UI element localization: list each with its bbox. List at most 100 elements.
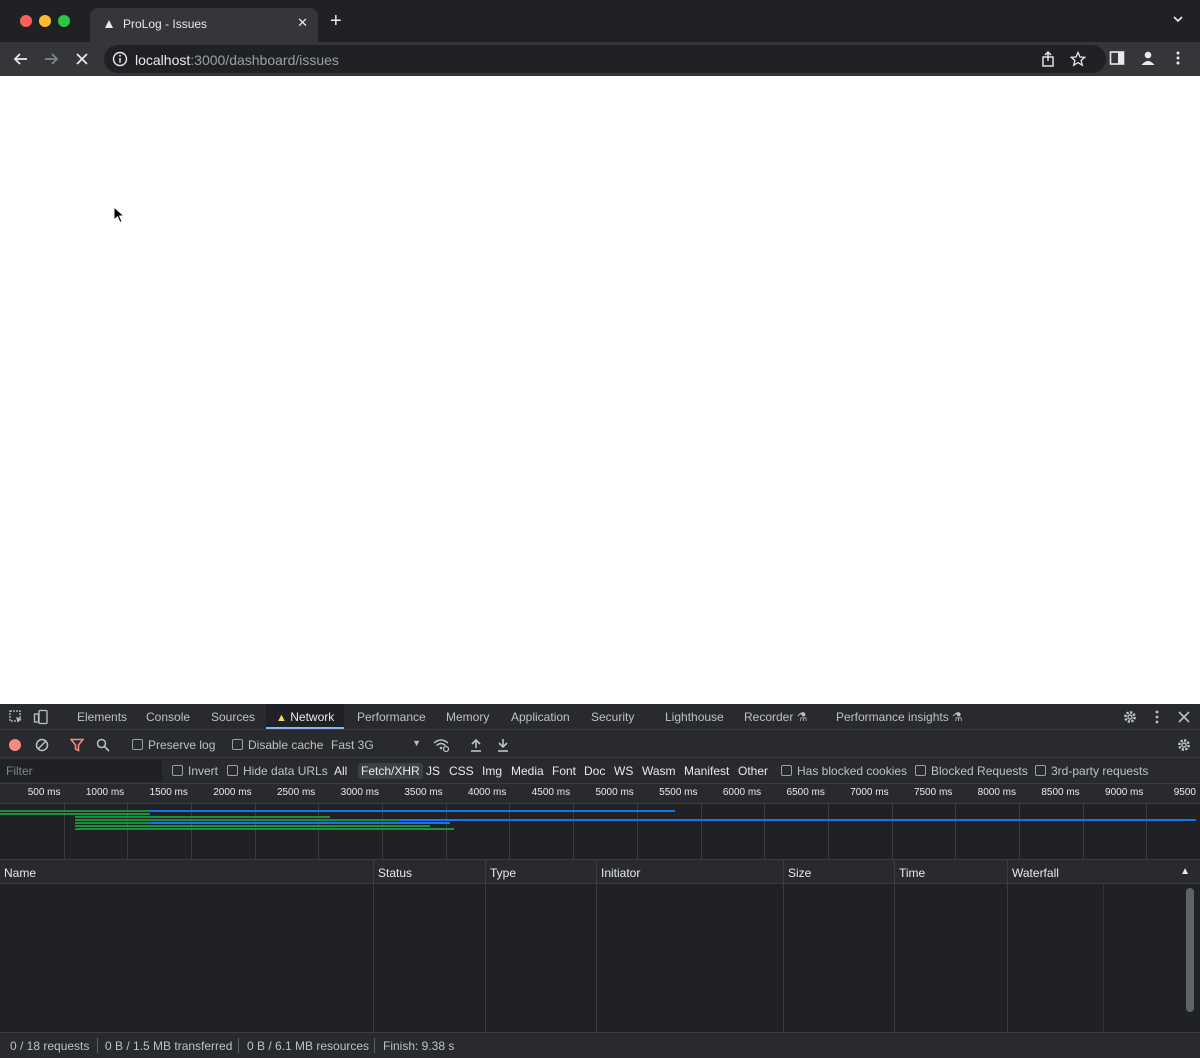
preserve-log-checkbox[interactable]: Preserve log <box>132 738 215 752</box>
tab-performance[interactable]: Performance <box>357 710 426 724</box>
tab-title: ProLog - Issues <box>123 17 208 31</box>
third-party-requests-checkbox[interactable]: 3rd-party requests <box>1035 764 1148 778</box>
has-blocked-cookies-checkbox[interactable]: Has blocked cookies <box>781 764 907 778</box>
column-divider <box>1007 884 1008 1032</box>
type-filter-js[interactable]: JS <box>426 764 440 778</box>
column-header-name[interactable]: Name <box>0 860 373 884</box>
invert-label: Invert <box>188 764 219 778</box>
blocked-requests-checkbox[interactable]: Blocked Requests <box>915 764 1028 778</box>
type-filter-all[interactable]: All <box>334 764 347 778</box>
finish-time: Finish: 9.38 s <box>383 1039 455 1053</box>
filter-funnel-icon[interactable] <box>70 738 84 752</box>
tab-network-label: Network <box>290 710 335 724</box>
tab-network[interactable]: ▲ Network <box>266 704 345 729</box>
tab-application[interactable]: Application <box>511 710 570 724</box>
preserve-log-label: Preserve log <box>148 738 216 752</box>
network-conditions-icon[interactable] <box>432 737 450 753</box>
record-icon[interactable] <box>8 738 22 752</box>
inspect-element-icon[interactable] <box>8 709 24 725</box>
close-window-button[interactable] <box>20 15 32 27</box>
settings-gear-icon[interactable] <box>1122 709 1138 725</box>
profile-icon[interactable] <box>1140 50 1156 66</box>
checkbox-box <box>227 765 238 776</box>
share-icon[interactable] <box>1041 51 1055 67</box>
type-filter-font[interactable]: Font <box>552 764 576 778</box>
request-count: 0 / 18 requests <box>10 1039 90 1053</box>
export-har-icon[interactable] <box>497 738 509 752</box>
tab-memory[interactable]: Memory <box>446 710 489 724</box>
tab-lighthouse[interactable]: Lighthouse <box>665 710 724 724</box>
devtools-more-icon[interactable] <box>1153 709 1161 725</box>
invert-checkbox[interactable]: Invert <box>172 764 218 778</box>
close-tab-icon[interactable]: ✕ <box>297 15 308 31</box>
timeline-tick-label: 500 ms <box>27 787 61 798</box>
site-info-icon[interactable] <box>112 51 128 67</box>
back-icon[interactable] <box>12 50 30 68</box>
blocked-requests-label: Blocked Requests <box>931 764 1028 778</box>
url-host: localhost <box>135 52 191 68</box>
network-settings-gear-icon[interactable] <box>1176 737 1192 753</box>
stop-loading-icon[interactable] <box>73 50 91 68</box>
type-filter-ws[interactable]: WS <box>614 764 633 778</box>
column-header-initiator[interactable]: Initiator <box>596 860 783 884</box>
timeline-tick-label: 8500 ms <box>1041 787 1080 798</box>
type-filter-other[interactable]: Other <box>738 764 768 778</box>
tab-performance-insights[interactable]: Performance insights ⚗ <box>836 710 963 724</box>
more-menu-icon[interactable] <box>1174 50 1182 66</box>
tab-recorder[interactable]: Recorder ⚗ <box>744 710 807 724</box>
type-filter-css[interactable]: CSS <box>449 764 474 778</box>
network-overview-timeline[interactable]: 500 ms 1000 ms 1500 ms 2000 ms 2500 ms 3000 m… <box>0 784 1200 860</box>
search-icon[interactable] <box>96 738 110 752</box>
column-header-time[interactable]: Time <box>894 860 1007 884</box>
column-header-type[interactable]: Type <box>485 860 596 884</box>
disable-cache-checkbox[interactable]: Disable cache <box>232 738 323 752</box>
minimize-window-button[interactable] <box>39 15 51 27</box>
address-bar[interactable]: localhost:3000/dashboard/issues <box>104 45 1106 73</box>
side-panel-icon[interactable] <box>1109 50 1125 66</box>
forward-icon[interactable] <box>42 50 60 68</box>
bookmark-star-icon[interactable] <box>1070 51 1086 67</box>
page-viewport[interactable] <box>0 76 1200 704</box>
device-toolbar-icon[interactable] <box>33 709 49 725</box>
type-filter-wasm[interactable]: Wasm <box>642 764 676 778</box>
throttling-select[interactable]: Fast 3G ▼ <box>331 738 421 752</box>
tab-console[interactable]: Console <box>146 710 190 724</box>
column-header-size[interactable]: Size <box>783 860 894 884</box>
table-scrollbar[interactable] <box>1186 888 1194 1012</box>
tab-search-chevron-icon[interactable] <box>1172 13 1184 25</box>
type-filter-fetch-xhr[interactable]: Fetch/XHR <box>358 763 423 779</box>
timeline-tick-label: 6500 ms <box>786 787 825 798</box>
mouse-cursor-icon <box>113 206 125 224</box>
tab-security[interactable]: Security <box>591 710 634 724</box>
request-table-body[interactable] <box>0 884 1200 1032</box>
timeline-tick-label: 8000 ms <box>977 787 1016 798</box>
zoom-window-button[interactable] <box>58 15 70 27</box>
checkbox-box <box>915 765 926 776</box>
new-tab-button[interactable]: + <box>330 11 342 31</box>
filter-input[interactable] <box>0 760 162 782</box>
close-devtools-icon[interactable] <box>1177 709 1191 725</box>
import-har-icon[interactable] <box>470 738 482 752</box>
resources-size: 0 B / 6.1 MB resources <box>247 1039 370 1053</box>
column-divider <box>894 884 895 1032</box>
type-filter-img[interactable]: Img <box>482 764 502 778</box>
waterfall-gridline <box>1103 884 1104 1032</box>
timeline-tick-label: 4000 ms <box>468 787 507 798</box>
column-divider <box>596 884 597 1032</box>
column-header-waterfall[interactable]: Waterfall ▲ <box>1007 860 1200 884</box>
devtools-panel: Elements Console Sources ▲ Network Perfo… <box>0 704 1200 1058</box>
request-timing-bar <box>0 810 150 812</box>
checkbox-box <box>132 739 143 750</box>
hide-data-urls-checkbox[interactable]: Hide data URLs <box>227 764 328 778</box>
throttling-value: Fast 3G <box>331 738 374 752</box>
request-timing-bar <box>75 819 150 821</box>
type-filter-doc[interactable]: Doc <box>584 764 605 778</box>
type-filter-manifest[interactable]: Manifest <box>684 764 729 778</box>
tab-sources[interactable]: Sources <box>211 710 255 724</box>
column-header-status[interactable]: Status <box>373 860 485 884</box>
browser-tab[interactable]: ProLog - Issues ✕ <box>90 8 318 42</box>
tab-elements[interactable]: Elements <box>77 710 127 724</box>
clear-icon[interactable] <box>35 738 49 752</box>
type-filter-media[interactable]: Media <box>511 764 544 778</box>
timeline-tick-label: 5000 ms <box>595 787 634 798</box>
